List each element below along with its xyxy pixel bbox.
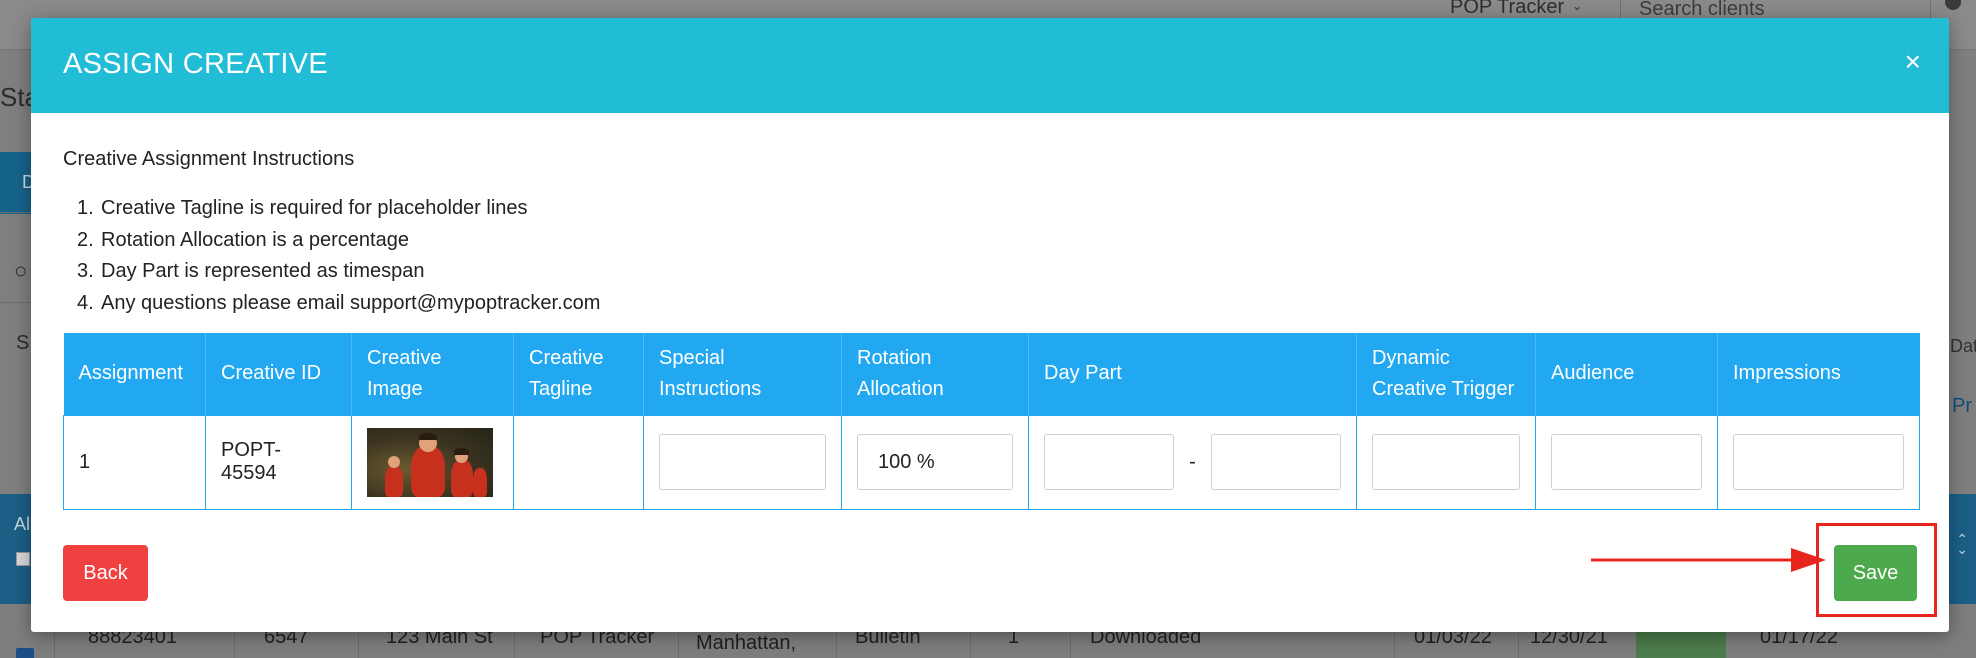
instruction-item: 1. Creative Tagline is required for place… [77, 197, 528, 219]
chevron-down-icon: ⌄ [1572, 0, 1583, 13]
day-part-separator: - [1189, 450, 1196, 473]
audience-input[interactable] [1551, 434, 1702, 490]
creative-id: POPT-45594 [205, 414, 352, 510]
background-link: Pr [1952, 395, 1972, 417]
save-button[interactable]: Save [1834, 545, 1917, 601]
creative-image-thumbnail [367, 427, 493, 497]
background-tab: D [0, 152, 35, 214]
instructions-heading: Creative Assignment Instructions [63, 148, 355, 170]
column-header-day-part: Day Part [1028, 333, 1357, 415]
column-header-creative-id: Creative ID [205, 333, 352, 415]
rotation-allocation-input[interactable] [857, 434, 1013, 490]
annotation-arrow-icon [1591, 548, 1826, 572]
background-row-checkbox [16, 648, 34, 658]
instruction-item: 4. Any questions please email support@myp… [77, 291, 601, 314]
column-header-audience: Audience [1535, 333, 1718, 415]
modal-title: ASSIGN CREATIVE [63, 48, 329, 80]
background-label: S [16, 332, 30, 354]
instruction-item: 3. Day Part is represented as timespan [77, 260, 425, 282]
background-divider [0, 212, 34, 213]
background-divider [0, 302, 34, 303]
creative-assignment-table: Assignment Creative ID Creative Image Cr… [63, 333, 1920, 510]
table-header-row: Assignment Creative ID Creative Image Cr… [63, 333, 1920, 415]
rotation-allocation-cell [841, 414, 1029, 510]
column-header-special-instructions: Special Instructions [643, 333, 842, 415]
assignment-number: 1 [63, 414, 206, 510]
day-part-end-input[interactable] [1211, 434, 1341, 490]
background-search-icon: ○ [14, 258, 28, 283]
background-checkbox [16, 552, 30, 566]
creative-tagline [513, 414, 644, 510]
table-row: 1 POPT-45594 100 % - [63, 414, 1920, 510]
column-header-rotation-allocation: Rotation Allocation [841, 333, 1029, 415]
background-column-label: Dat [1950, 336, 1976, 356]
sort-icon: ⌃ ⌄ [1956, 531, 1968, 557]
client-switcher[interactable]: POP Tracker ⌄ [1450, 0, 1582, 19]
column-header-creative-tagline: Creative Tagline [513, 333, 644, 415]
instruction-list: 1. Creative Tagline is required for place… [77, 193, 600, 319]
special-instructions-input[interactable] [659, 434, 826, 490]
background-cell: Manhattan, [696, 632, 797, 654]
close-icon[interactable]: × [1905, 48, 1921, 76]
day-part-start-input[interactable] [1044, 434, 1174, 490]
column-header-creative-image: Creative Image [351, 333, 514, 415]
user-icon [1945, 0, 1961, 10]
dynamic-creative-trigger-input[interactable] [1372, 434, 1520, 490]
impressions-input[interactable] [1733, 434, 1904, 490]
instruction-item: 2. Rotation Allocation is a percentage [77, 228, 409, 251]
modal-header: ASSIGN CREATIVE × [31, 18, 1949, 113]
creative-image-cell [351, 414, 514, 510]
special-instructions-cell [643, 414, 842, 510]
assign-creative-modal: ASSIGN CREATIVE × Creative Assignment In… [31, 18, 1949, 632]
column-header-dynamic-creative-trigger: Dynamic Creative Trigger [1356, 333, 1536, 415]
audience-cell [1535, 414, 1718, 510]
dynamic-creative-trigger-cell [1356, 414, 1536, 510]
column-header-assignment: Assignment [63, 333, 206, 415]
column-header-impressions: Impressions [1717, 333, 1920, 415]
impressions-cell [1717, 414, 1920, 510]
day-part-range: - [1044, 434, 1341, 490]
day-part-cell: - [1028, 414, 1357, 510]
back-button[interactable]: Back [63, 545, 148, 601]
